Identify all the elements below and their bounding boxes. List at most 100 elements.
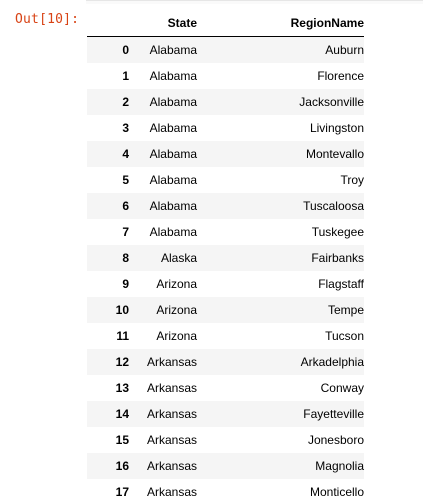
regionname-cell: Fayetteville: [303, 407, 364, 421]
row-index-label: 2: [122, 95, 129, 109]
table-row: 16 Arkansas Magnolia: [87, 453, 364, 479]
table-row: 0 Alabama Auburn: [87, 36, 364, 64]
state-cell: Alabama: [149, 147, 197, 161]
state-cell: Arkansas: [146, 433, 197, 447]
regionname-cell: Flagstaff: [318, 277, 364, 291]
table-row: 3 Alabama Livingston: [87, 115, 364, 141]
table-body: 0 Alabama Auburn 1 Alabama Florence 2 Alabama Ja…: [87, 36, 364, 503]
state-cell: Arkansas: [146, 355, 197, 369]
row-index-cell: 13: [87, 375, 129, 401]
state-cell: Arizona: [156, 303, 197, 317]
row-index-cell: 17: [87, 479, 129, 503]
table-row: 10 Arizona Tempe: [87, 297, 364, 323]
table-row: 14 Arkansas Fayetteville: [87, 401, 364, 427]
row-index-cell: 15: [87, 427, 129, 453]
row-index-cell: 5: [87, 167, 129, 193]
regionname-cell: Tuskegee: [311, 225, 364, 239]
regionname-cell: Jacksonville: [299, 95, 364, 109]
state-cell: Alaska: [160, 251, 197, 265]
regionname-cell: Conway: [320, 381, 364, 395]
index-column-header: [87, 11, 129, 37]
regionname-cell: Magnolia: [315, 459, 364, 473]
table-row: 17 Arkansas Monticello: [87, 479, 364, 503]
row-index-cell: 16: [87, 453, 129, 479]
state-cell: Arkansas: [146, 381, 197, 395]
row-index-cell: 4: [87, 141, 129, 167]
table-row: 5 Alabama Troy: [87, 167, 364, 193]
dataframe-table: State RegionName 0 Alabama Auburn 1 Alabama F…: [87, 11, 364, 503]
regionname-cell: Troy: [340, 173, 364, 187]
state-cell: Arizona: [156, 277, 197, 291]
cell-divider: [86, 0, 423, 4]
table-row: 9 Arizona Flagstaff: [87, 271, 364, 297]
row-index-label: 7: [122, 225, 129, 239]
row-index-cell: 1: [87, 63, 129, 89]
state-cell: Alabama: [149, 121, 197, 135]
row-index-label: 10: [115, 303, 129, 317]
table-row: 15 Arkansas Jonesboro: [87, 427, 364, 453]
row-index-label: 13: [115, 381, 129, 395]
row-index-cell: 8: [87, 245, 129, 271]
table-header: State RegionName: [87, 11, 364, 37]
row-index-label: 11: [116, 329, 129, 343]
table-row: 7 Alabama Tuskegee: [87, 219, 364, 245]
regionname-cell: Livingston: [309, 121, 364, 135]
state-column-header: State: [129, 11, 197, 37]
state-cell: Alabama: [149, 173, 197, 187]
row-index-label: 0: [122, 43, 129, 57]
row-index-label: 15: [115, 433, 129, 447]
row-index-label: 1: [122, 69, 129, 83]
table-row: 6 Alabama Tuscaloosa: [87, 193, 364, 219]
notebook-output-area: Out[10]: State RegionName 0 Alabama Auburn…: [0, 0, 423, 503]
row-index-cell: 0: [87, 37, 129, 64]
table-row: 13 Arkansas Conway: [87, 375, 364, 401]
output-prompt-label: Out[10]:: [15, 12, 80, 27]
row-index-label: 5: [122, 173, 129, 187]
row-index-label: 6: [122, 199, 129, 213]
state-cell: Arkansas: [146, 485, 197, 499]
regionname-cell: Tuscaloosa: [303, 199, 364, 213]
row-index-cell: 2: [87, 89, 129, 115]
regionname-cell: Arkadelphia: [300, 355, 364, 369]
row-index-label: 12: [115, 355, 129, 369]
regionname-cell: Tucson: [325, 329, 364, 343]
table-row: 2 Alabama Jacksonville: [87, 89, 364, 115]
row-index-label: 17: [115, 485, 129, 499]
row-index-cell: 3: [87, 115, 129, 141]
header-row: State RegionName: [87, 11, 364, 37]
state-cell: Alabama: [149, 225, 197, 239]
row-index-label: 9: [122, 277, 129, 291]
table-row: 4 Alabama Montevallo: [87, 141, 364, 167]
row-index-label: 8: [122, 251, 129, 265]
state-cell: Arizona: [156, 329, 197, 343]
state-cell: Alabama: [149, 43, 197, 57]
regionname-cell: Monticello: [309, 485, 364, 499]
row-index-cell: 6: [87, 193, 129, 219]
table-row: 11 Arizona Tucson: [87, 323, 364, 349]
row-index-cell: 11: [87, 323, 129, 349]
row-index-cell: 14: [87, 401, 129, 427]
row-index-label: 14: [115, 407, 129, 421]
row-index-cell: 9: [87, 271, 129, 297]
table-row: 12 Arkansas Arkadelphia: [87, 349, 364, 375]
regionname-cell: Fairbanks: [311, 251, 364, 265]
regionname-column-header: RegionName: [197, 11, 364, 37]
state-cell: Arkansas: [146, 459, 197, 473]
state-cell: Alabama: [149, 95, 197, 109]
state-cell: Arkansas: [146, 407, 197, 421]
row-index-cell: 10: [87, 297, 129, 323]
row-index-cell: 7: [87, 219, 129, 245]
regionname-cell: Auburn: [325, 43, 364, 57]
row-index-cell: 12: [87, 349, 129, 375]
state-cell: Alabama: [149, 69, 197, 83]
table-row: 8 Alaska Fairbanks: [87, 245, 364, 271]
state-cell: Alabama: [149, 199, 197, 213]
table-row: 1 Alabama Florence: [87, 63, 364, 89]
regionname-cell: Florence: [317, 69, 364, 83]
regionname-cell: Montevallo: [305, 147, 364, 161]
regionname-cell: Tempe: [327, 303, 364, 317]
row-index-label: 4: [122, 147, 129, 161]
regionname-cell: Jonesboro: [307, 433, 364, 447]
row-index-label: 16: [115, 459, 129, 473]
row-index-label: 3: [122, 121, 129, 135]
